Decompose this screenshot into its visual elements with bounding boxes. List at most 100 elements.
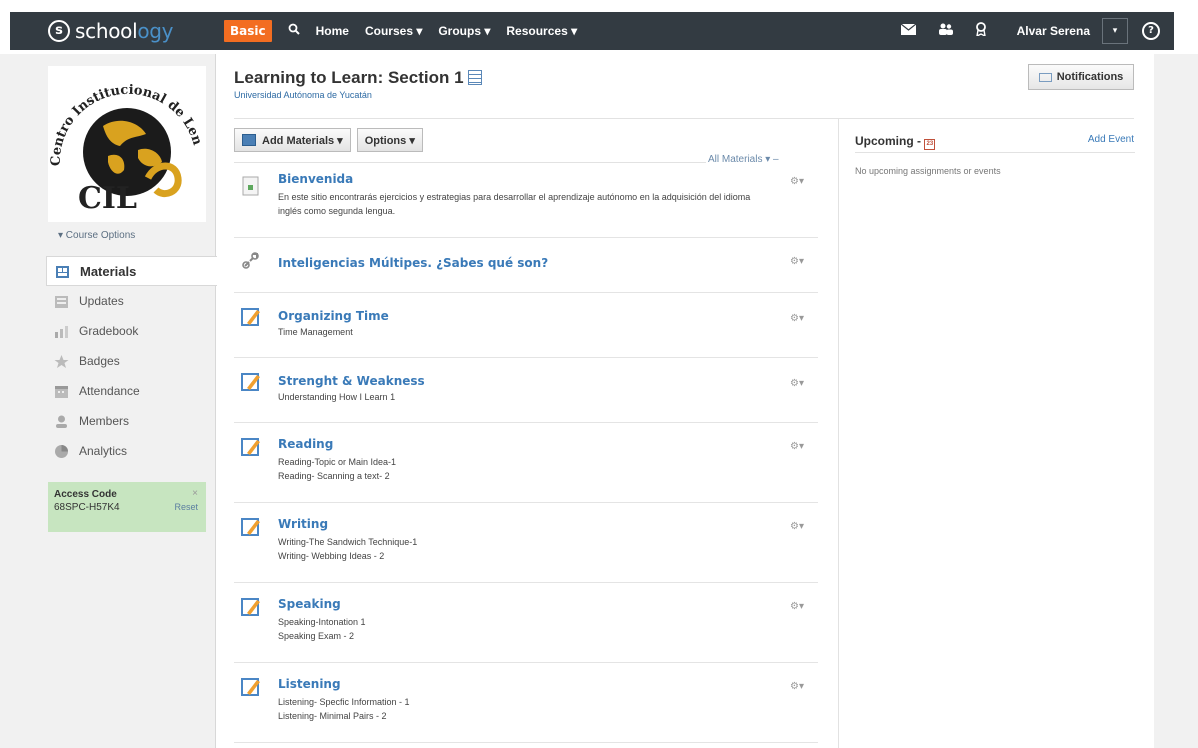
wordmark-prefix: school [75, 19, 138, 43]
sidebar-item-label: Updates [79, 294, 124, 308]
add-materials-label: Add Materials ▾ [262, 134, 343, 147]
course-logo: Centro Institucional de Lenguas CIL [43, 55, 206, 222]
gear-icon[interactable]: ⚙▾ [790, 256, 804, 267]
options-button[interactable]: Options ▾ [356, 128, 423, 152]
list-item[interactable]: Organizing Time Time Management ⚙▾ [234, 293, 818, 358]
gear-icon[interactable]: ⚙▾ [790, 601, 804, 612]
assignment-icon [241, 373, 260, 391]
nav-home[interactable]: Home [316, 24, 349, 38]
list-item[interactable]: Reading Reading-Topic or Main Idea-1 Rea… [234, 423, 818, 503]
sidebar-item-badges[interactable]: Badges [46, 346, 217, 376]
upcoming-title: Upcoming - 23 [855, 134, 936, 150]
materials-toolbar: Add Materials ▾ Options ▾ [234, 128, 429, 152]
assignment-icon [241, 598, 260, 616]
analytics-icon [55, 444, 68, 458]
material-title[interactable]: Writing [278, 517, 328, 531]
messages-icon[interactable] [900, 23, 916, 39]
material-description: Speaking Exam - 2 [278, 631, 355, 641]
material-description: Listening- Specfic Information - 1 [278, 697, 410, 707]
gear-icon[interactable]: ⚙▾ [790, 521, 804, 532]
add-materials-button[interactable]: Add Materials ▾ [234, 128, 351, 152]
sidebar-item-attendance[interactable]: Attendance [46, 376, 217, 406]
material-description: Understanding How I Learn 1 [278, 392, 396, 402]
notifications-button[interactable]: Notifications [1028, 64, 1134, 90]
list-item[interactable]: Listening Listening- Specfic Information… [234, 663, 818, 743]
course-sidebar: Centro Institucional de Lenguas CIL ▾ Co… [40, 54, 217, 748]
list-item[interactable]: Speaking Speaking-Intonation 1 Speaking … [234, 583, 818, 663]
material-title[interactable]: Strenght & Weakness [278, 374, 425, 388]
material-title[interactable]: Inteligencias Múltipes. ¿Sabes qué son? [278, 256, 548, 270]
help-icon[interactable]: ? [1142, 22, 1160, 40]
gear-icon[interactable]: ⚙▾ [790, 681, 804, 692]
material-description: Writing-The Sandwich Technique-1 [278, 537, 418, 547]
sidebar-item-analytics[interactable]: Analytics [46, 436, 217, 466]
logo-letters: CIL [78, 181, 137, 216]
nav-courses[interactable]: Courses ▾ [365, 24, 422, 38]
sidebar-item-members[interactable]: Members [46, 406, 217, 436]
material-description: Time Management [278, 327, 353, 337]
gear-icon[interactable]: ⚙▾ [790, 313, 804, 324]
material-title[interactable]: Reading [278, 437, 333, 451]
gear-icon[interactable]: ⚙▾ [790, 176, 804, 187]
sidebar-item-label: Analytics [79, 444, 128, 458]
list-item[interactable]: Writing Writing-The Sandwich Technique-1… [234, 503, 818, 583]
notifications-label: Notifications [1056, 71, 1124, 83]
material-description: Reading-Topic or Main Idea-1 [278, 457, 397, 467]
materials-icon [242, 134, 256, 146]
close-icon[interactable]: × [192, 488, 198, 499]
access-code-box: Access Code 68SPC-H57K4 × Reset [48, 482, 206, 532]
requests-icon[interactable] [975, 22, 987, 40]
list-item[interactable]: Bienvenida En este sitio encontrarás eje… [234, 162, 818, 238]
sidebar-item-gradebook[interactable]: Gradebook [46, 316, 217, 346]
material-title[interactable]: Speaking [278, 597, 341, 611]
course-options-link[interactable]: ▾ Course Options [58, 230, 135, 241]
materials-list: Bienvenida En este sitio encontrarás eje… [234, 162, 818, 743]
sidebar-item-label: Attendance [79, 384, 140, 398]
upcoming-empty-message: No upcoming assignments or events [855, 166, 1001, 176]
sidebar-item-label: Members [79, 414, 130, 428]
list-item[interactable]: Strenght & Weakness Understanding How I … [234, 358, 818, 423]
assignment-icon [241, 518, 260, 536]
link-icon [242, 252, 259, 269]
upcoming-title-text: Upcoming [855, 134, 914, 148]
sidebar-item-materials[interactable]: Materials [46, 256, 217, 286]
assignment-icon [241, 308, 260, 326]
material-title[interactable]: Listening [278, 677, 341, 691]
sidebar-item-label: Badges [79, 354, 120, 368]
connections-icon[interactable] [938, 23, 953, 39]
material-description: Speaking-Intonation 1 [278, 617, 366, 627]
material-title[interactable]: Bienvenida [278, 172, 353, 186]
school-link[interactable]: Universidad Autónoma de Yucatán [234, 90, 372, 100]
page-title: Learning to Learn: Section 1 [234, 68, 482, 88]
sidebar-nav: Materials Updates Gradebook Badges Atten… [46, 256, 217, 466]
sidebar-item-label: Gradebook [79, 324, 139, 338]
basic-badge[interactable]: Basic [224, 20, 272, 42]
page-icon [242, 176, 259, 196]
divider [855, 152, 1135, 153]
course-info-icon[interactable] [467, 70, 482, 85]
schoology-logo[interactable]: s schoology [48, 19, 218, 43]
materials-icon [56, 265, 69, 278]
calendar-icon[interactable]: 23 [924, 139, 936, 150]
material-description: Writing- Webbing Ideas - 2 [278, 551, 385, 561]
list-item[interactable]: Inteligencias Múltipes. ¿Sabes qué son? … [234, 238, 818, 293]
course-content: Learning to Learn: Section 1 Universidad… [216, 54, 1154, 748]
assignment-icon [241, 678, 260, 696]
badges-icon [54, 354, 69, 368]
gear-icon[interactable]: ⚙▾ [790, 378, 804, 389]
nav-groups[interactable]: Groups ▾ [438, 24, 490, 38]
assignment-icon [241, 438, 260, 456]
access-code-title: Access Code [54, 489, 117, 500]
envelope-icon [1038, 72, 1052, 82]
search-icon[interactable] [288, 23, 300, 39]
material-description: En este sitio encontrarás ejercicios y e… [278, 192, 751, 216]
gear-icon[interactable]: ⚙▾ [790, 441, 804, 452]
access-code-reset-link[interactable]: Reset [174, 502, 198, 512]
user-name[interactable]: Alvar Serena [1017, 24, 1090, 38]
nav-resources[interactable]: Resources ▾ [506, 24, 577, 38]
add-event-link[interactable]: Add Event [1088, 134, 1134, 145]
nav-right-group: Alvar Serena ▾ ? [879, 18, 1174, 44]
material-title[interactable]: Organizing Time [278, 309, 389, 323]
sidebar-item-updates[interactable]: Updates [46, 286, 217, 316]
user-menu-chevron-icon[interactable]: ▾ [1102, 18, 1128, 44]
